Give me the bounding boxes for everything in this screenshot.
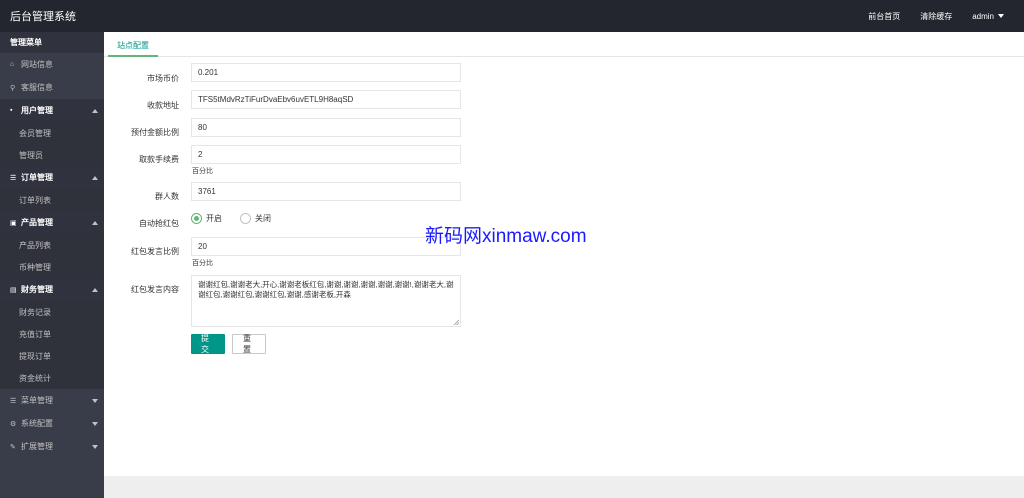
auto-redpack-radio-group: 开启 关闭: [191, 213, 283, 224]
sidebar-item-8[interactable]: 产品列表: [0, 234, 104, 256]
redpack-ratio-input[interactable]: 20: [191, 237, 461, 256]
watermark-text: 新码网xinmaw.com: [425, 226, 587, 247]
user-name: admin: [972, 11, 994, 21]
product-icon: ▣: [10, 219, 17, 227]
redpack-content-text: 谢谢红包,谢谢老大,开心,谢谢老板红包,谢谢,谢谢,谢谢,谢谢,谢谢!,谢谢老大…: [198, 280, 454, 299]
address-input[interactable]: TFS5tMdvRzTiFurDvaEbv6uvETL9H8aqSD: [191, 90, 461, 109]
prepay-ratio-label: 预付金额比例: [131, 128, 179, 137]
main-panel: 站点配置 市场币价 0.201 收款地址 TFS5tMdvRzTiFurDvaE…: [104, 32, 1024, 476]
sidebar: 管理菜单 ⌂ 网站信息 ⚲ 客服信息 ▪ 用户管理会员管理管理员 ☰ 订单管理订单列表 ▣ 产品管…: [0, 32, 104, 498]
chevron-up-icon: [92, 287, 98, 292]
sidebar-item-label: 币种管理: [19, 262, 51, 272]
sidebar-item-label: 资金统计: [19, 373, 51, 383]
radio-checked-icon: [191, 213, 202, 224]
home-icon: ⌂: [10, 61, 15, 68]
submit-button[interactable]: 提交: [191, 334, 225, 354]
market-price-label: 市场币价: [147, 74, 179, 83]
sidebar-menu: ⌂ 网站信息 ⚲ 客服信息 ▪ 用户管理会员管理管理员 ☰ 订单管理订单列表 ▣ 产品管理产品列表…: [0, 53, 104, 458]
redpack-ratio-hint: 百分比: [192, 260, 213, 267]
sidebar-item-label: 用户管理: [21, 106, 53, 115]
sidebar-item-16[interactable]: ⚙ 系统配置: [0, 412, 104, 435]
sidebar-item-4[interactable]: 管理员: [0, 144, 104, 166]
sidebar-item-label: 提现订单: [19, 351, 51, 361]
user-icon: ▪: [10, 107, 13, 114]
sidebar-item-label: 产品列表: [19, 240, 51, 250]
withdraw-fee-label: 取款手续费: [139, 155, 179, 164]
wrench-icon: ✎: [10, 443, 16, 451]
chevron-down-icon: [92, 444, 98, 449]
chevron-up-icon: [92, 108, 98, 113]
radio-on[interactable]: 开启: [191, 213, 222, 224]
caret-down-icon: [998, 14, 1004, 18]
radio-unchecked-icon: [240, 213, 251, 224]
sidebar-item-1[interactable]: ⚲ 客服信息: [0, 76, 104, 99]
nav-frontend-home[interactable]: 前台首页: [868, 11, 900, 22]
sidebar-item-label: 扩展管理: [21, 442, 53, 451]
nav-user-menu[interactable]: admin: [972, 12, 1004, 21]
sidebar-item-17[interactable]: ✎ 扩展管理: [0, 435, 104, 458]
app-title: 后台管理系统: [10, 11, 76, 23]
link-icon: ⚲: [10, 84, 16, 92]
redpack-content-label: 红包发言内容: [131, 285, 179, 294]
sidebar-item-15[interactable]: ☰ 菜单管理: [0, 389, 104, 412]
chevron-up-icon: [92, 175, 98, 180]
radio-off[interactable]: 关闭: [240, 213, 271, 224]
sidebar-item-label: 系统配置: [21, 419, 53, 428]
sidebar-item-label: 会员管理: [19, 128, 51, 138]
list-icon: ☰: [10, 174, 17, 182]
gear-icon: ⚙: [10, 420, 17, 428]
sidebar-header: 管理菜单: [0, 32, 104, 53]
sidebar-item-label: 订单列表: [19, 195, 51, 205]
sidebar-item-label: 财务记录: [19, 307, 51, 317]
sidebar-item-2[interactable]: ▪ 用户管理: [0, 99, 104, 122]
market-price-input[interactable]: 0.201: [191, 63, 461, 82]
nav-clear-cache[interactable]: 清除缓存: [920, 11, 952, 22]
sidebar-item-7[interactable]: ▣ 产品管理: [0, 211, 104, 234]
radio-on-label: 开启: [206, 214, 222, 223]
sidebar-item-14[interactable]: 资金统计: [0, 367, 104, 389]
sidebar-item-label: 财务管理: [21, 285, 53, 294]
sidebar-item-label: 充值订单: [19, 329, 51, 339]
sidebar-item-3[interactable]: 会员管理: [0, 122, 104, 144]
sidebar-item-13[interactable]: 提现订单: [0, 345, 104, 367]
withdraw-fee-input[interactable]: 2: [191, 145, 461, 164]
sidebar-item-label: 订单管理: [21, 173, 53, 182]
resize-handle-icon[interactable]: [453, 319, 459, 325]
reset-button[interactable]: 重置: [232, 334, 266, 354]
redpack-content-textarea[interactable]: 谢谢红包,谢谢老大,开心,谢谢老板红包,谢谢,谢谢,谢谢,谢谢,谢谢!,谢谢老大…: [191, 275, 461, 327]
top-bar: 后台管理系统 前台首页 清除缓存 admin: [0, 0, 1024, 32]
sidebar-item-10[interactable]: ▤ 财务管理: [0, 278, 104, 301]
tab-site-config[interactable]: 站点配置: [108, 39, 158, 57]
top-nav: 前台首页 清除缓存 admin: [868, 0, 1004, 32]
footer-strip: [104, 476, 1024, 498]
address-label: 收款地址: [147, 101, 179, 110]
sidebar-item-11[interactable]: 财务记录: [0, 301, 104, 323]
chevron-down-icon: [92, 398, 98, 403]
auto-redpack-label: 自动抢红包: [139, 219, 179, 228]
sidebar-item-9[interactable]: 币种管理: [0, 256, 104, 278]
sidebar-item-label: 管理员: [19, 150, 43, 160]
sidebar-item-0[interactable]: ⌂ 网站信息: [0, 53, 104, 76]
sidebar-item-label: 网站信息: [21, 60, 53, 69]
chevron-up-icon: [92, 220, 98, 225]
prepay-ratio-input[interactable]: 80: [191, 118, 461, 137]
chevron-down-icon: [92, 421, 98, 426]
group-count-label: 群人数: [155, 192, 179, 201]
finance-icon: ▤: [10, 286, 17, 294]
sidebar-item-label: 产品管理: [21, 218, 53, 227]
sidebar-item-6[interactable]: 订单列表: [0, 189, 104, 211]
withdraw-fee-hint: 百分比: [192, 168, 213, 175]
redpack-ratio-label: 红包发言比例: [131, 247, 179, 256]
sidebar-item-12[interactable]: 充值订单: [0, 323, 104, 345]
group-count-input[interactable]: 3761: [191, 182, 461, 201]
tab-bar: 站点配置: [104, 32, 1024, 57]
sidebar-item-label: 菜单管理: [21, 396, 53, 405]
menu-icon: ☰: [10, 397, 17, 405]
sidebar-item-label: 客服信息: [21, 83, 53, 92]
radio-off-label: 关闭: [255, 214, 271, 223]
sidebar-item-5[interactable]: ☰ 订单管理: [0, 166, 104, 189]
